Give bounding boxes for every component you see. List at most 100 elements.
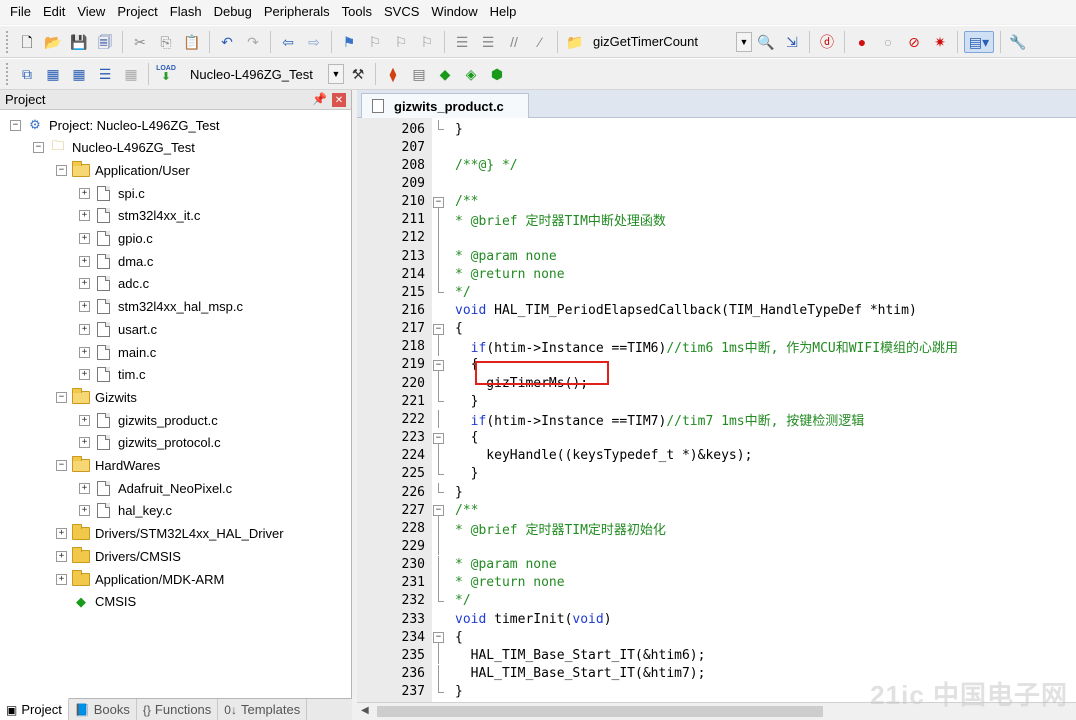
paste-icon[interactable]: 📋 [181,31,203,53]
tree-item[interactable]: − Application/User [56,159,190,181]
collapse-icon[interactable]: − [56,460,67,471]
incremental-find-icon[interactable]: ⇲ [781,31,803,53]
scrollbar-thumb[interactable] [377,706,823,717]
tree-item[interactable]: + gpio.c [79,228,153,250]
tab-gizwits-product[interactable]: gizwits_product.c [361,93,529,118]
manage-project-items-icon[interactable]: ⧫ [382,63,404,85]
expand-icon[interactable]: + [79,437,90,449]
function-combo[interactable]: gizGetTimerCount ▼ [588,30,753,53]
cut-icon[interactable]: ✂ [129,31,151,53]
find-in-files-icon[interactable]: 📁 [564,31,586,53]
tree-item[interactable]: − ⚙ Project: Nucleo-L496ZG_Test [10,114,220,136]
bookmark-prev-icon[interactable]: ⚐ [364,31,386,53]
breakpoint-icon[interactable]: ● [851,31,873,53]
find-icon[interactable]: 🔍 [755,31,777,53]
nav-forward-icon[interactable]: ⇨ [303,31,325,53]
collapse-icon[interactable]: − [10,119,21,131]
tree-item[interactable]: + Drivers/STM32L4xx_HAL_Driver [56,523,284,545]
select-pack-icon[interactable]: ◈ [460,63,482,85]
tree-item[interactable]: − Gizwits [56,386,137,408]
rebuild-icon[interactable]: ▦ [68,63,90,85]
breakpoint-kill-all-icon[interactable]: ✷ [929,31,951,53]
translate-icon[interactable]: ⧉ [16,63,38,85]
manage-multi-project-icon[interactable]: ▤ [408,63,430,85]
expand-icon[interactable]: + [56,528,67,540]
copy-icon[interactable]: ⎘ [155,31,177,53]
expand-icon[interactable]: + [56,550,67,562]
bookmark-icon[interactable]: ⚑ [338,31,360,53]
save-icon[interactable]: 💾 [68,31,90,53]
pin-icon[interactable]: 📌 [312,92,327,106]
collapse-icon[interactable]: − [56,164,67,176]
unindent-icon[interactable]: ☰ [477,31,499,53]
expand-icon[interactable]: + [79,233,90,244]
expand-icon[interactable]: + [79,278,90,290]
close-icon[interactable]: ✕ [332,93,346,107]
new-file-icon[interactable]: 🗋 [16,31,38,53]
menu-tools[interactable]: Tools [336,0,378,24]
tab-templates[interactable]: 0↓ Templates [218,699,308,720]
build-icon[interactable]: ▦ [42,63,64,85]
expand-icon[interactable]: + [79,369,90,381]
fold-collapse-icon[interactable]: − [431,501,447,520]
menu-help[interactable]: Help [484,0,523,24]
tree-item[interactable]: + dma.c [79,250,153,272]
tree-item[interactable]: + adc.c [79,273,149,295]
expand-icon[interactable]: + [56,573,67,585]
window-layout-icon[interactable]: ▤▾ [964,30,994,53]
tree-item[interactable]: + spi.c [79,182,145,204]
tree-item[interactable]: + Drivers/CMSIS [56,545,181,567]
rte-icon[interactable]: ◆ [434,63,456,85]
expand-icon[interactable]: + [79,301,90,313]
configure-icon[interactable]: 🔧 [1007,31,1029,53]
fold-collapse-icon[interactable]: − [431,193,447,211]
menu-peripherals[interactable]: Peripherals [258,0,336,24]
tab-functions[interactable]: {} Functions [137,699,219,720]
tree-item[interactable]: − HardWares [56,455,160,477]
tree-item[interactable]: + main.c [79,341,156,363]
expand-icon[interactable]: + [79,482,90,494]
breakpoint-disable-all-icon[interactable]: ⊘ [903,31,925,53]
chevron-down-icon[interactable]: ▼ [736,31,752,52]
target-options-icon[interactable]: ⚒ [347,63,369,85]
tree-item[interactable]: + gizwits_product.c [79,409,218,431]
open-folder-icon[interactable]: 📂 [42,31,64,53]
tree-item[interactable]: ◆ CMSIS [56,591,136,613]
fold-collapse-icon[interactable]: − [431,320,447,338]
menu-flash[interactable]: Flash [164,0,208,24]
expand-icon[interactable]: + [79,187,90,199]
batch-build-icon[interactable]: ☰ [94,63,116,85]
save-all-icon[interactable]: 🗐 [94,31,116,53]
stop-build-icon[interactable]: ▦ [120,63,142,85]
menu-window[interactable]: Window [425,0,483,24]
tree-item[interactable]: − 🗀 Nucleo-L496ZG_Test [33,137,195,159]
tree-item[interactable]: + stm32l4xx_it.c [79,205,200,227]
toolbar-grip[interactable] [6,63,10,85]
menu-edit[interactable]: Edit [37,0,71,24]
scroll-left-icon[interactable]: ◀ [361,705,369,716]
nav-back-icon[interactable]: ⇦ [277,31,299,53]
target-combo[interactable]: Nucleo-L496ZG_Test ▼ [185,63,345,85]
menu-svcs[interactable]: SVCS [378,0,425,24]
tree-item[interactable]: + usart.c [79,318,157,340]
debug-session-icon[interactable]: ⓓ [816,31,838,53]
tab-books[interactable]: 📘 Books [69,699,137,720]
breakpoint-disable-icon[interactable]: ○ [877,31,899,53]
expand-icon[interactable]: + [79,255,90,267]
tree-item[interactable]: + gizwits_protocol.c [79,432,221,454]
tree-item[interactable]: + stm32l4xx_hal_msp.c [79,296,243,318]
code-view[interactable]: 206} 207 208/**@} */209 210−/** 211 * @brief … [357,118,1076,702]
menu-debug[interactable]: Debug [208,0,258,24]
redo-icon[interactable]: ↷ [242,31,264,53]
uncomment-icon[interactable]: ⁄ [529,31,551,53]
indent-icon[interactable]: ☰ [451,31,473,53]
toolbar-grip[interactable] [6,30,10,53]
tab-project[interactable]: ▣ Project [0,698,69,720]
menu-file[interactable]: File [4,0,37,24]
expand-icon[interactable]: + [79,505,90,517]
fold-collapse-icon[interactable]: − [431,628,447,647]
pack-installer-icon[interactable]: ⬢ [486,63,508,85]
tree-item[interactable]: + Application/MDK-ARM [56,568,224,590]
expand-icon[interactable]: + [79,414,90,426]
bookmark-clear-icon[interactable]: ⚐ [416,31,438,53]
